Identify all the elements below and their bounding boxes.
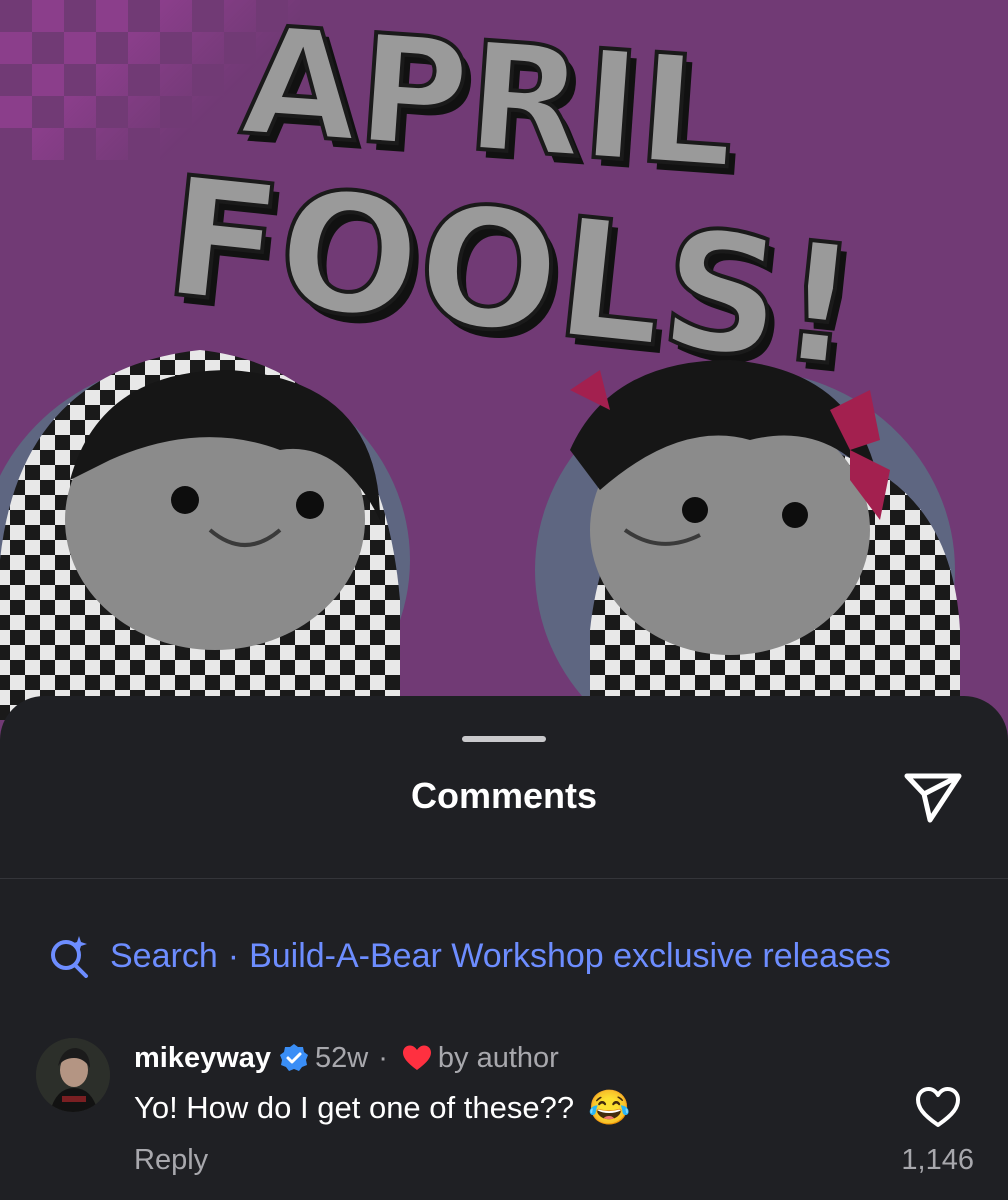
verified-badge-icon xyxy=(280,1044,309,1071)
drag-handle[interactable] xyxy=(462,736,546,742)
liked-by-author-label: by author xyxy=(437,1041,559,1074)
share-button[interactable] xyxy=(900,768,966,828)
heart-filled-icon xyxy=(402,1045,431,1070)
avatar-image xyxy=(36,1038,110,1112)
header-divider xyxy=(0,878,1008,879)
comments-title: Comments xyxy=(410,775,598,816)
search-query: Build-A-Bear Workshop exclusive releases xyxy=(249,936,891,975)
comment-meta: mikeyway 52w · by author xyxy=(134,1040,559,1076)
reply-button[interactable]: Reply xyxy=(134,1144,208,1177)
share-send-icon xyxy=(904,773,962,823)
heart-outline-icon xyxy=(916,1087,960,1127)
comment-body: Yo! How do I get one of these?? xyxy=(134,1090,575,1125)
comment-text: Yo! How do I get one of these?? 😂 xyxy=(134,1086,630,1130)
plush-left xyxy=(0,350,410,720)
laughing-emoji: 😂 xyxy=(588,1089,631,1127)
search-label: Search xyxy=(110,936,218,975)
post-image: APRIL FOOLS! APRIL FOOLS! xyxy=(0,0,1008,760)
username[interactable]: mikeyway xyxy=(134,1042,271,1075)
comments-sheet: Comments Search · Build-A-Bear Workshop … xyxy=(0,696,1008,1200)
comment-age: 52w xyxy=(315,1041,369,1074)
meta-separator: · xyxy=(378,1041,388,1074)
like-count: 1,146 xyxy=(901,1144,974,1176)
related-search-link[interactable]: Search · Build-A-Bear Workshop exclusive… xyxy=(48,934,891,978)
search-separator: · xyxy=(227,936,240,975)
like-button[interactable] xyxy=(914,1084,962,1130)
avatar[interactable] xyxy=(36,1038,110,1112)
comment-item: mikeyway 52w · by author Yo! How do I ge… xyxy=(0,1026,1008,1200)
plush-right xyxy=(535,360,960,750)
search-sparkle-icon xyxy=(51,936,88,978)
